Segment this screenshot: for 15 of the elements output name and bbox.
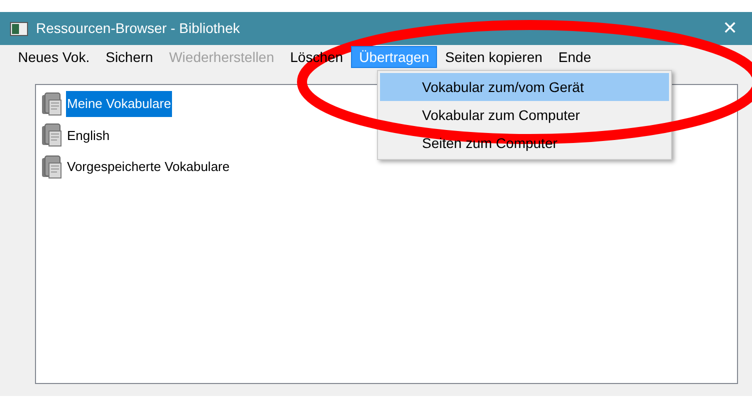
dropdown-item[interactable]: Vokabular zum Computer (380, 101, 669, 129)
menu-item[interactable]: Neues Vok. (10, 46, 98, 68)
dropdown-item[interactable]: Vokabular zum/vom Gerät (380, 73, 669, 101)
window-title: Ressourcen-Browser - Bibliothek (36, 19, 241, 38)
menu-item[interactable]: Sichern (98, 46, 162, 68)
library-item[interactable]: Vorgespeicherte Vokabulare (66, 154, 231, 180)
library-item[interactable]: Meine Vokabulare (66, 91, 172, 116)
library-item[interactable]: English (66, 122, 111, 148)
menu-item[interactable]: Ende (550, 46, 600, 68)
menu-item[interactable]: Seiten kopieren (437, 46, 550, 68)
window-icon (10, 22, 28, 36)
close-button[interactable]: ✕ (718, 15, 742, 42)
book-stack-icon (41, 92, 63, 116)
book-stack-icon (41, 154, 63, 179)
book-stack-icon (41, 123, 63, 148)
